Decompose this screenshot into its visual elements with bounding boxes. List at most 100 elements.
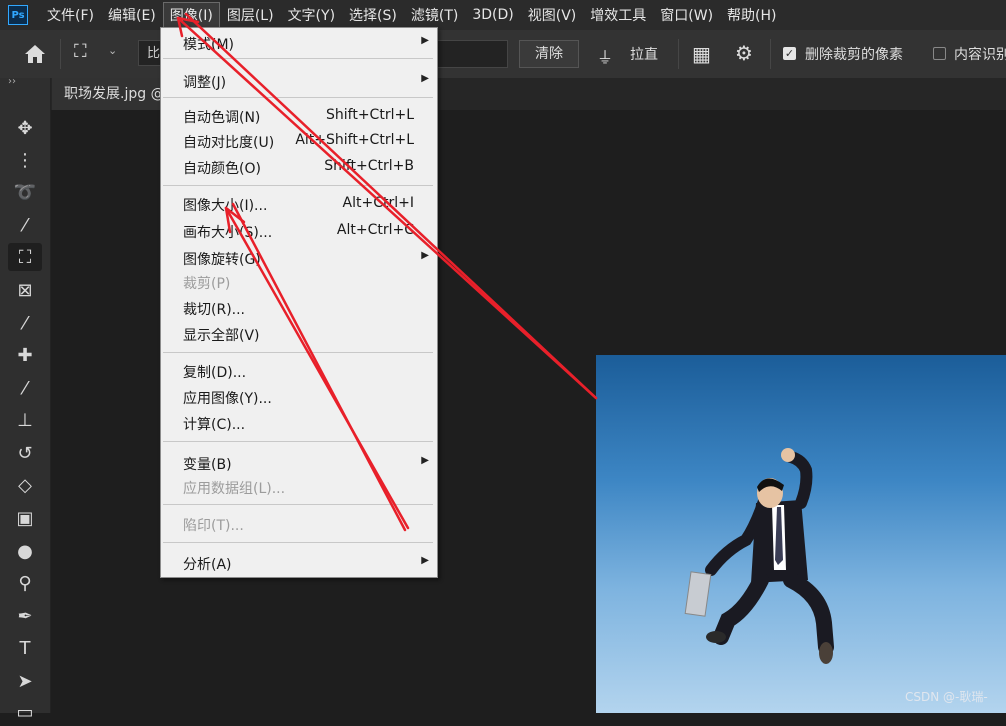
pen-tool-icon[interactable]: ✒ [8, 602, 42, 630]
submenu-arrow-icon: ▶ [421, 73, 429, 84]
dodge-tool-icon[interactable]: ⚲ [8, 569, 42, 597]
menu-layer[interactable]: 图层(L) [220, 2, 281, 28]
grid-overlay-icon[interactable]: ▦ [692, 42, 711, 66]
menu-separator [163, 542, 433, 543]
magic-wand-tool-icon[interactable]: ⁄ [8, 211, 42, 239]
rectangle-tool-icon[interactable]: ▭ [8, 698, 42, 726]
menu-item-label: 裁切(R)... [183, 302, 246, 318]
eraser-tool-icon[interactable]: ◇ [8, 471, 42, 499]
menu-item-label: 画布大小(S)... [183, 225, 273, 241]
submenu-arrow-icon: ▶ [421, 455, 429, 466]
document-tab[interactable]: 职场发展.jpg @ [52, 78, 162, 110]
image-menu-item-duplicate[interactable]: 复制(D)... [161, 359, 437, 383]
options-bar: ⛶ ⌄ 比 清除 ⏚ 拉直 ▦ ⚙ ✓ 删除裁剪的像素 内容识别 [0, 30, 1006, 79]
collapse-panel-icon[interactable]: ›› [8, 76, 16, 87]
move-tool-icon[interactable]: ✥ [8, 114, 42, 142]
watermark: CSDN @-耿瑞- [905, 690, 988, 704]
gear-icon[interactable]: ⚙ [735, 41, 753, 65]
image-menu-item-calculations[interactable]: 计算(C)... [161, 411, 437, 435]
content-aware-label: 内容识别 [954, 47, 1006, 63]
image-menu-item-apply-image[interactable]: 应用图像(Y)... [161, 385, 437, 409]
menu-image[interactable]: 图像(I) [162, 2, 220, 28]
image-menu-item-variables[interactable]: 变量(B) ▶ [161, 451, 437, 475]
menu-separator [163, 352, 433, 353]
menu-item-shortcut: Shift+Ctrl+L [326, 107, 414, 123]
clone-stamp-tool-icon[interactable]: ⊥ [8, 406, 42, 434]
ratio-value-field[interactable] [436, 40, 508, 68]
menu-item-label: 自动对比度(U) [183, 135, 275, 151]
menu-separator [163, 58, 433, 59]
image-menu-item-auto-contrast[interactable]: 自动对比度(U) Alt+Shift+Ctrl+L [161, 129, 437, 153]
image-menu-item-trap: 陷印(T)... [161, 512, 437, 536]
menu-plugins[interactable]: 增效工具 [583, 2, 653, 28]
jumping-businessman-image [684, 448, 834, 664]
image-menu-item-image-rotation[interactable]: 图像旋转(G) ▶ [161, 246, 437, 270]
menu-item-label: 裁剪(P) [183, 276, 231, 292]
path-selection-tool-icon[interactable]: ➤ [8, 667, 42, 695]
menu-item-shortcut: Alt+Ctrl+I [342, 195, 414, 211]
crop-tool-icon[interactable]: ⛶ [8, 243, 42, 271]
menu-item-label: 应用图像(Y)... [183, 391, 272, 407]
image-menu-item-adjustments[interactable]: 调整(J) ▶ [161, 69, 437, 93]
delete-cropped-label: 删除裁剪的像素 [805, 47, 903, 63]
menu-item-shortcut: Shift+Ctrl+B [324, 158, 414, 174]
menu-item-label: 图像旋转(G) [183, 252, 261, 268]
marquee-tool-icon[interactable]: ⋮ [8, 146, 42, 174]
straighten-button[interactable]: 拉直 [630, 44, 658, 64]
menu-item-label: 复制(D)... [183, 365, 247, 381]
image-menu-item-auto-tone[interactable]: 自动色调(N) Shift+Ctrl+L [161, 104, 437, 128]
image-menu-item-analysis[interactable]: 分析(A) ▶ [161, 551, 437, 575]
delete-cropped-checkbox[interactable]: ✓ [783, 47, 796, 60]
menu-item-label: 调整(J) [183, 75, 227, 91]
gradient-tool-icon[interactable]: ▣ [8, 504, 42, 532]
image-menu-item-reveal-all[interactable]: 显示全部(V) [161, 322, 437, 346]
menu-separator [163, 185, 433, 186]
eyedropper-tool-icon[interactable]: ⁄ [8, 309, 42, 337]
options-separator [770, 39, 771, 69]
menu-item-label: 应用数据组(L)... [183, 481, 286, 497]
menu-item-label: 计算(C)... [183, 417, 246, 433]
menu-item-label: 变量(B) [183, 457, 232, 473]
straighten-icon[interactable]: ⏚ [597, 44, 613, 68]
image-menu-item-canvas-size[interactable]: 画布大小(S)... Alt+Ctrl+C [161, 219, 437, 243]
image-menu-item-mode[interactable]: 模式(M) ▶ [161, 31, 437, 55]
image-menu-item-apply-data-set: 应用数据组(L)... [161, 475, 437, 499]
type-tool-icon[interactable]: T [8, 634, 42, 662]
submenu-arrow-icon: ▶ [421, 35, 429, 46]
image-menu-item-image-size[interactable]: 图像大小(I)... Alt+Ctrl+I [161, 192, 437, 216]
photoshop-logo: Ps [8, 5, 28, 25]
content-aware-checkbox[interactable] [933, 47, 946, 60]
menu-file[interactable]: 文件(F) [40, 2, 101, 28]
brush-tool-icon[interactable]: ⁄ [8, 374, 42, 402]
options-separator [60, 39, 61, 69]
image-menu-item-auto-color[interactable]: 自动颜色(O) Shift+Ctrl+B [161, 155, 437, 179]
menu-window[interactable]: 窗口(W) [653, 2, 720, 28]
lasso-tool-icon[interactable]: ➰ [8, 178, 42, 206]
submenu-arrow-icon: ▶ [421, 555, 429, 566]
menu-edit[interactable]: 编辑(E) [101, 2, 163, 28]
history-brush-tool-icon[interactable]: ↺ [8, 439, 42, 467]
tools-panel: ›› ✥ ⋮ ➰ ⁄ ⛶ ⊠ ⁄ ✚ ⁄ ⊥ ↺ ◇ ▣ ● ⚲ ✒ T ➤ ▭ [0, 76, 51, 723]
menu-item-label: 陷印(T)... [183, 518, 244, 534]
chevron-down-icon[interactable]: ⌄ [108, 44, 117, 57]
menu-filter[interactable]: 滤镜(T) [404, 2, 465, 28]
menu-type[interactable]: 文字(Y) [281, 2, 342, 28]
image-menu-item-trim[interactable]: 裁切(R)... [161, 296, 437, 320]
blur-tool-icon[interactable]: ● [8, 537, 42, 565]
menu-3d[interactable]: 3D(D) [465, 4, 520, 26]
healing-brush-tool-icon[interactable]: ✚ [8, 341, 42, 369]
document-image [596, 355, 1006, 713]
menu-bar: Ps 文件(F) 编辑(E) 图像(I) 图层(L) 文字(Y) 选择(S) 滤… [0, 0, 1006, 30]
crop-icon[interactable]: ⛶ [74, 41, 87, 62]
home-icon[interactable] [22, 42, 48, 66]
menu-item-shortcut: Alt+Shift+Ctrl+L [295, 132, 414, 148]
options-separator [678, 39, 679, 69]
clear-button[interactable]: 清除 [519, 40, 579, 68]
image-menu-item-crop: 裁剪(P) [161, 270, 437, 294]
frame-tool-icon[interactable]: ⊠ [8, 276, 42, 304]
menu-separator [163, 504, 433, 505]
menu-select[interactable]: 选择(S) [342, 2, 404, 28]
menu-item-label: 图像大小(I)... [183, 198, 268, 214]
menu-view[interactable]: 视图(V) [521, 2, 584, 28]
menu-help[interactable]: 帮助(H) [720, 2, 783, 28]
